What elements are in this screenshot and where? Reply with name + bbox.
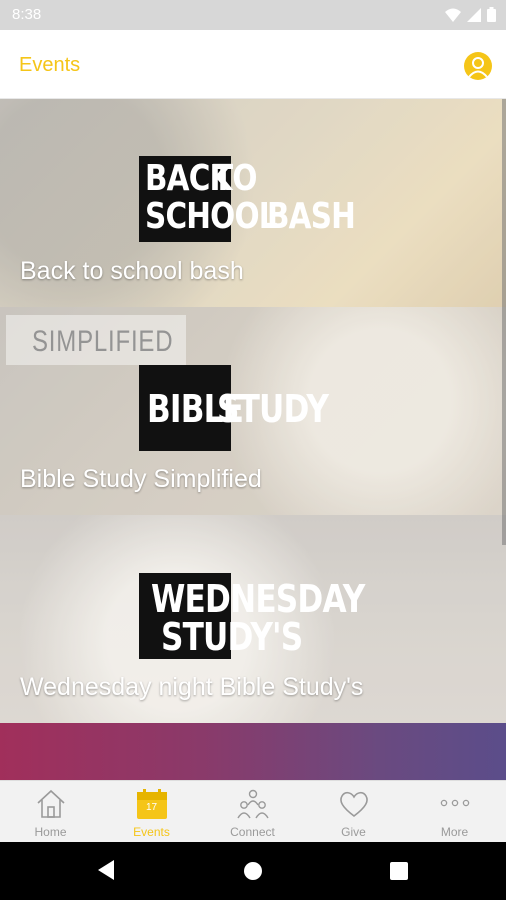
- scrollbar[interactable]: [502, 99, 506, 545]
- signal-icon: [467, 7, 481, 22]
- event-card[interactable]: SIMPLIFIED BIBLE STUDY Bible Study Simpl…: [0, 307, 506, 515]
- profile-button[interactable]: [464, 52, 492, 80]
- people-icon: [236, 789, 269, 819]
- status-time: 8:38: [12, 6, 42, 23]
- page-title: Events: [19, 54, 81, 76]
- heart-icon: [339, 791, 368, 818]
- wifi-icon: [445, 8, 461, 22]
- recents-icon[interactable]: [390, 862, 408, 880]
- nav-item-events[interactable]: 17 Events: [101, 781, 202, 843]
- nav-item-connect[interactable]: Connect: [202, 781, 303, 843]
- nav-item-home[interactable]: Home: [0, 781, 101, 843]
- nav-label: Home: [34, 825, 67, 839]
- nav-item-more[interactable]: More: [404, 781, 505, 843]
- home-icon: [36, 789, 65, 818]
- nav-label: Events: [133, 825, 170, 839]
- app-bar: Events: [0, 30, 506, 99]
- event-card[interactable]: BACK TO SCHOOL BASH Back to school bash: [0, 99, 506, 307]
- event-title: Back to school bash: [20, 257, 244, 285]
- event-logo: BIBLE STUDY: [139, 365, 339, 451]
- home-circle-icon[interactable]: [243, 861, 263, 881]
- battery-icon: [487, 7, 496, 22]
- event-logo: WEDNESDAY STUDY'S: [139, 573, 365, 659]
- bottom-nav: Home 17 Events Connect Give More: [0, 780, 506, 842]
- nav-item-give[interactable]: Give: [303, 781, 404, 843]
- nav-label: Give: [341, 825, 366, 839]
- nav-label: More: [440, 825, 469, 839]
- calendar-badge: 17: [145, 802, 158, 813]
- more-icon: [440, 799, 469, 807]
- status-bar: 8:38: [0, 0, 506, 30]
- user-icon: [468, 57, 488, 78]
- event-card[interactable]: [0, 723, 506, 780]
- system-nav-bar: [0, 842, 506, 900]
- nav-label: Connect: [230, 825, 275, 839]
- event-card[interactable]: WEDNESDAY STUDY'S Wednesday night Bible …: [0, 515, 506, 723]
- event-logo: BACK TO SCHOOL BASH: [139, 156, 359, 242]
- event-title: Wednesday night Bible Study's: [20, 673, 364, 701]
- event-title: Bible Study Simplified: [20, 465, 262, 493]
- status-icons: [445, 7, 496, 22]
- event-list[interactable]: BACK TO SCHOOL BASH Back to school bash …: [0, 99, 506, 780]
- back-icon[interactable]: [96, 859, 116, 881]
